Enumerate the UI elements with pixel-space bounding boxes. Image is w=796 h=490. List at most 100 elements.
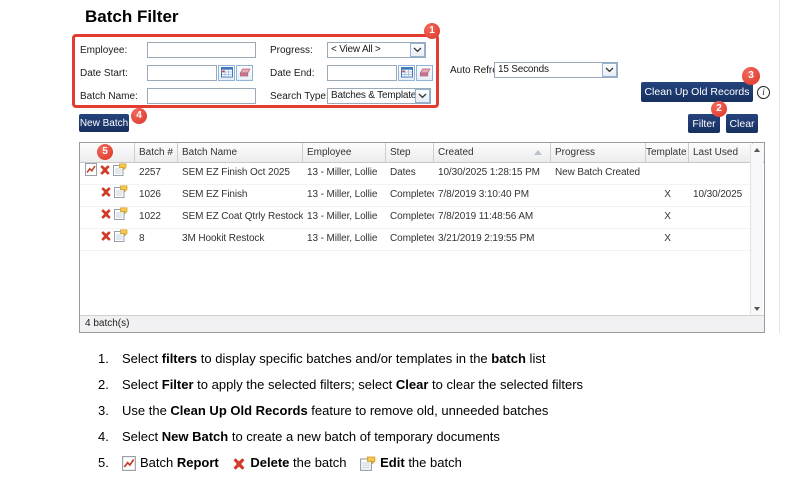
edit-icon[interactable] bbox=[114, 207, 128, 228]
table-row[interactable]: 8 3M Hookit Restock 13 - Miller, Lollie … bbox=[80, 229, 764, 251]
instruction-number: 1. bbox=[98, 350, 122, 367]
sort-ascending-icon bbox=[534, 150, 542, 155]
clean-up-old-records-button[interactable]: Clean Up Old Records bbox=[641, 82, 753, 102]
instruction-4: 4. Select New Batch to create a new batc… bbox=[98, 428, 763, 445]
employee-label: Employee: bbox=[80, 45, 127, 56]
cell-step: Completed bbox=[386, 229, 434, 250]
date-end-input[interactable] bbox=[327, 65, 397, 81]
cell-batch-num: 8 bbox=[135, 229, 178, 250]
date-end-label: Date End: bbox=[270, 68, 314, 79]
instruction-3: 3. Use the Clean Up Old Records feature … bbox=[98, 402, 763, 419]
delete-icon[interactable] bbox=[100, 186, 112, 206]
delete-icon[interactable] bbox=[100, 230, 112, 250]
instruction-1: 1. Select filters to display specific ba… bbox=[98, 350, 763, 367]
batch-name-label: Batch Name: bbox=[80, 91, 138, 102]
column-header-step[interactable]: Step bbox=[386, 143, 434, 162]
cell-template: X bbox=[646, 207, 689, 228]
batch-name-input[interactable] bbox=[147, 88, 256, 104]
batch-report-icon[interactable] bbox=[85, 163, 97, 184]
cell-batch-name: 3M Hookit Restock bbox=[178, 229, 303, 250]
table-header-row: Batch # Batch Name Employee Step Created… bbox=[80, 143, 764, 163]
chevron-down-icon[interactable] bbox=[410, 43, 425, 57]
delete-icon[interactable] bbox=[99, 164, 111, 184]
progress-select[interactable]: < View All > bbox=[327, 42, 426, 58]
instruction-text: Select Filter to apply the selected filt… bbox=[122, 376, 583, 393]
employee-input[interactable] bbox=[147, 42, 256, 58]
column-header-created[interactable]: Created bbox=[434, 143, 551, 162]
cell-created: 10/30/2025 1:28:15 PM bbox=[434, 163, 551, 184]
date-start-calendar-button[interactable] bbox=[218, 65, 235, 81]
search-type-select[interactable]: Batches & Templates bbox=[327, 88, 431, 104]
annotation-circle-1: 1 bbox=[424, 23, 440, 39]
cell-batch-name: SEM EZ Finish Oct 2025 bbox=[178, 163, 303, 184]
info-icon[interactable]: i bbox=[757, 86, 770, 99]
search-type-label: Search Type: bbox=[270, 91, 329, 102]
table-row[interactable]: 2257 SEM EZ Finish Oct 2025 13 - Miller,… bbox=[80, 163, 764, 185]
cell-batch-num: 1026 bbox=[135, 185, 178, 206]
chevron-down-icon[interactable] bbox=[415, 89, 430, 103]
batch-table: Batch # Batch Name Employee Step Created… bbox=[79, 142, 765, 333]
date-end-clear-button[interactable] bbox=[416, 65, 433, 81]
column-header-employee[interactable]: Employee bbox=[303, 143, 386, 162]
clear-button[interactable]: Clear bbox=[726, 114, 758, 133]
cell-batch-name: SEM EZ Coat Qtrly Restock bbox=[178, 207, 303, 228]
column-header-template[interactable]: Template bbox=[646, 143, 689, 162]
icon-spacer bbox=[85, 217, 98, 218]
instruction-number: 5. bbox=[98, 454, 122, 471]
cell-created: 3/21/2019 2:19:55 PM bbox=[434, 229, 551, 250]
table-row[interactable]: 1022 SEM EZ Coat Qtrly Restock 13 - Mill… bbox=[80, 207, 764, 229]
window-edge-divider bbox=[779, 0, 780, 333]
scroll-up-icon[interactable] bbox=[754, 148, 760, 152]
progress-label: Progress: bbox=[270, 45, 313, 56]
table-row[interactable]: 1026 SEM EZ Finish 13 - Miller, Lollie C… bbox=[80, 185, 764, 207]
instruction-text: Select New Batch to create a new batch o… bbox=[122, 428, 500, 445]
cell-batch-name: SEM EZ Finish bbox=[178, 185, 303, 206]
delete-icon[interactable] bbox=[100, 208, 112, 228]
instruction-number: 3. bbox=[98, 402, 122, 419]
cell-created: 7/8/2019 11:48:56 AM bbox=[434, 207, 551, 228]
cell-last-used bbox=[689, 207, 753, 228]
cell-employee: 13 - Miller, Lollie bbox=[303, 229, 386, 250]
cell-template: X bbox=[646, 229, 689, 250]
row-actions bbox=[80, 229, 135, 250]
vertical-scrollbar[interactable] bbox=[750, 144, 763, 315]
chevron-down-icon[interactable] bbox=[602, 63, 617, 77]
column-header-last-used[interactable]: Last Used bbox=[689, 143, 753, 162]
row-actions bbox=[80, 185, 135, 206]
cell-employee: 13 - Miller, Lollie bbox=[303, 185, 386, 206]
date-end-calendar-button[interactable] bbox=[398, 65, 415, 81]
calendar-icon bbox=[401, 66, 413, 81]
edit-icon[interactable] bbox=[113, 163, 127, 184]
auto-refresh-select[interactable]: 15 Seconds bbox=[494, 62, 618, 78]
cell-batch-num: 1022 bbox=[135, 207, 178, 228]
column-header-batch-num[interactable]: Batch # bbox=[135, 143, 178, 162]
new-batch-button[interactable]: New Batch bbox=[79, 114, 129, 132]
filter-button[interactable]: Filter bbox=[688, 114, 720, 133]
annotation-circle-4: 4 bbox=[131, 108, 147, 124]
edit-icon[interactable] bbox=[114, 229, 128, 250]
scroll-down-icon[interactable] bbox=[754, 307, 760, 311]
column-header-progress[interactable]: Progress bbox=[551, 143, 646, 162]
icon-spacer bbox=[85, 195, 98, 196]
cell-last-used bbox=[689, 163, 753, 184]
date-start-label: Date Start: bbox=[80, 68, 128, 79]
cell-batch-num: 2257 bbox=[135, 163, 178, 184]
annotation-circle-5: 5 bbox=[97, 144, 113, 160]
edit-icon[interactable] bbox=[114, 185, 128, 206]
cell-last-used: 10/30/2025 bbox=[689, 185, 753, 206]
date-start-clear-button[interactable] bbox=[236, 65, 253, 81]
delete-icon bbox=[232, 455, 246, 470]
instruction-text: Select filters to display specific batch… bbox=[122, 350, 545, 367]
cell-template bbox=[646, 163, 689, 184]
icon-spacer bbox=[85, 239, 98, 240]
eraser-icon bbox=[419, 66, 431, 81]
row-actions bbox=[80, 207, 135, 228]
cell-created: 7/8/2019 3:10:40 PM bbox=[434, 185, 551, 206]
annotation-circle-2: 2 bbox=[711, 101, 727, 117]
date-start-input[interactable] bbox=[147, 65, 217, 81]
page-title: Batch Filter bbox=[85, 7, 179, 27]
cell-last-used bbox=[689, 229, 753, 250]
cell-step: Completed bbox=[386, 185, 434, 206]
eraser-icon bbox=[239, 66, 251, 81]
column-header-batch-name[interactable]: Batch Name bbox=[178, 143, 303, 162]
